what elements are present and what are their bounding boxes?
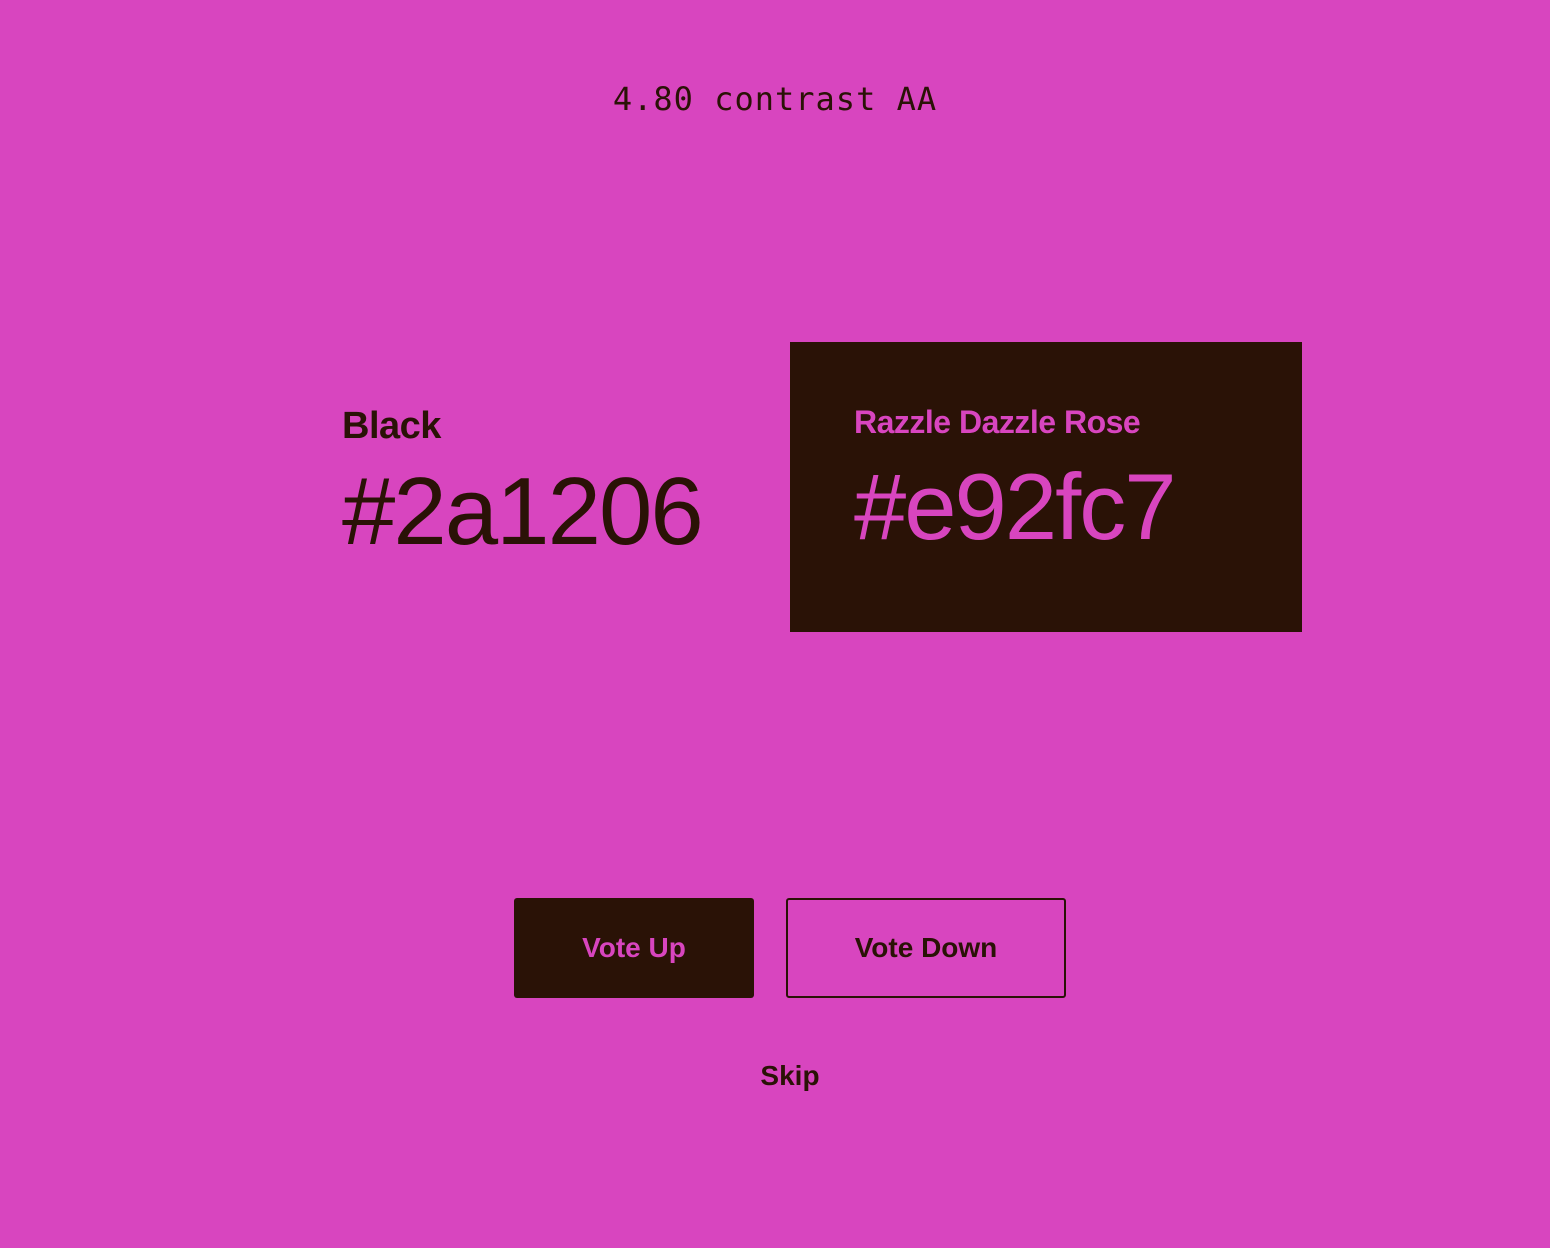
color-hex: #2a1206 — [342, 458, 704, 565]
background-color-swatch: Razzle Dazzle Rose #e92fc7 — [790, 342, 1302, 632]
skip-link[interactable]: Skip — [0, 1060, 1550, 1092]
vote-down-button[interactable]: Vote Down — [786, 898, 1066, 998]
color-name: Black — [342, 405, 441, 447]
foreground-color-swatch: Black #2a1206 — [342, 405, 704, 565]
vote-up-button[interactable]: Vote Up — [514, 898, 754, 998]
color-name: Razzle Dazzle Rose — [854, 404, 1141, 440]
color-hex: #e92fc7 — [854, 454, 1177, 559]
contrast-score: 4.80 contrast AA — [612, 80, 938, 118]
